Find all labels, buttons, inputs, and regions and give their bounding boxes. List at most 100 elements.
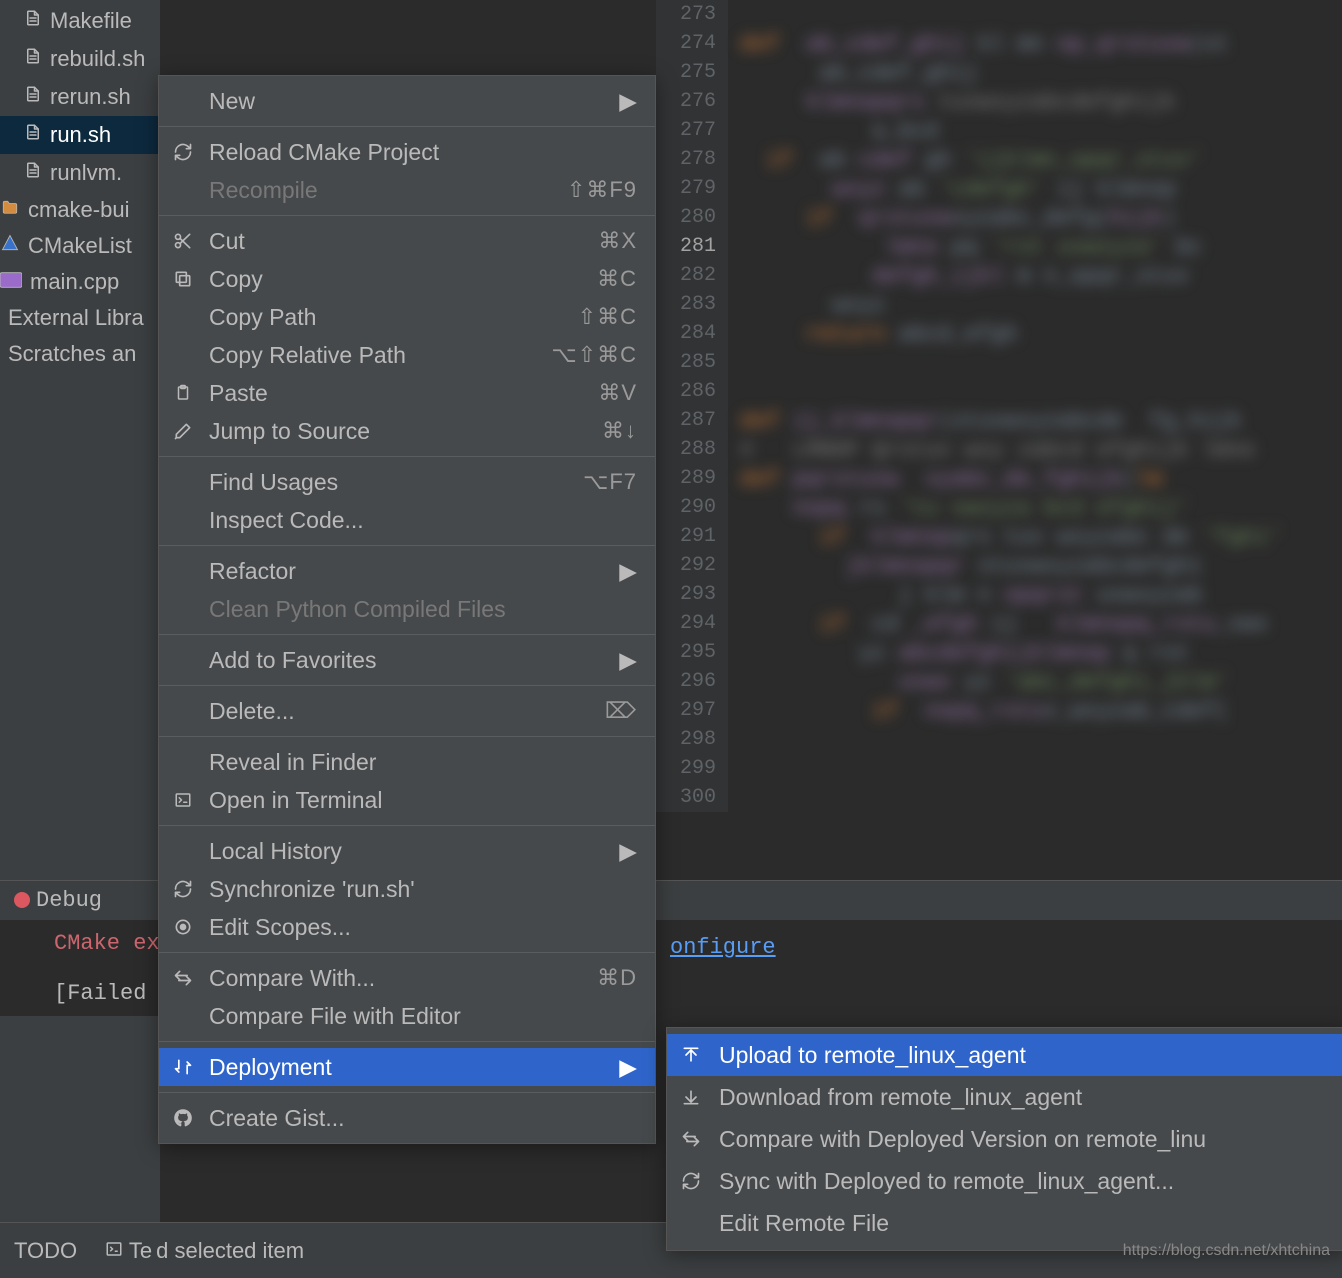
menu-item[interactable]: Deployment ▶ [159, 1048, 655, 1086]
menu-item-label: Copy Path [209, 304, 316, 331]
menu-separator [159, 1041, 655, 1042]
configure-link[interactable]: onfigure [670, 935, 776, 960]
tree-item-label: main.cpp [30, 269, 119, 295]
menu-item[interactable]: Reveal in Finder [159, 743, 655, 781]
menu-item[interactable]: Find Usages ⌥F7 [159, 463, 655, 501]
menu-item-label: Create Gist... [209, 1105, 344, 1132]
menu-item[interactable]: Refactor▶ [159, 552, 655, 590]
submenu-item[interactable]: Upload to remote_linux_agent [667, 1034, 1342, 1076]
submenu-arrow-icon: ▶ [619, 647, 637, 674]
menu-separator [159, 952, 655, 953]
menu-separator [159, 685, 655, 686]
tree-item[interactable]: cmake-bui [0, 192, 160, 228]
tree-item[interactable]: CMakeList [0, 228, 160, 264]
menu-item[interactable]: Local History▶ [159, 832, 655, 870]
tree-item-label: runlvm. [50, 160, 122, 186]
menu-item-label: Refactor [209, 558, 296, 585]
file-icon [24, 83, 42, 111]
menu-item[interactable]: New ▶ [159, 82, 655, 120]
menu-item-label: Copy Relative Path [209, 342, 406, 369]
submenu-item-label: Sync with Deployed to remote_linux_agent… [719, 1168, 1174, 1195]
tree-item-label: cmake-bui [28, 197, 129, 223]
menu-item-label: Clean Python Compiled Files [209, 596, 506, 623]
tree-item[interactable]: rerun.sh [0, 78, 160, 116]
menu-item[interactable]: Copy Relative Path⌥⇧⌘C [159, 336, 655, 374]
menu-item-label: New [209, 88, 255, 115]
menu-shortcut: ⌘↓ [602, 418, 637, 444]
menu-shortcut: ⌥F7 [583, 469, 637, 495]
submenu-item[interactable]: Compare with Deployed Version on remote_… [667, 1118, 1342, 1160]
menu-item[interactable]: Jump to Source ⌘↓ [159, 412, 655, 450]
submenu-item[interactable]: Edit Remote File [667, 1202, 1342, 1244]
menu-item-label: Find Usages [209, 469, 338, 496]
menu-item-label: Reveal in Finder [209, 749, 376, 776]
menu-item-label: Recompile [209, 177, 318, 204]
file-icon [24, 45, 42, 73]
submenu-item-label: Upload to remote_linux_agent [719, 1042, 1026, 1069]
cmake-icon [0, 233, 20, 259]
menu-shortcut: ⌘X [598, 228, 637, 254]
menu-item[interactable]: Synchronize 'run.sh' [159, 870, 655, 908]
tree-item[interactable]: run.sh [0, 116, 160, 154]
menu-item-label: Add to Favorites [209, 647, 376, 674]
tree-item[interactable]: Scratches an [0, 336, 160, 372]
tree-item[interactable]: runlvm. [0, 154, 160, 192]
tree-item[interactable]: rebuild.sh [0, 40, 160, 78]
menu-shortcut: ⇧⌘F9 [567, 177, 637, 203]
cpp-icon [0, 269, 22, 295]
todo-tab[interactable]: TODO [14, 1238, 77, 1264]
menu-separator [159, 1092, 655, 1093]
tree-item[interactable]: External Libra [0, 300, 160, 336]
menu-item[interactable]: Create Gist... [159, 1099, 655, 1137]
paste-icon [171, 383, 195, 403]
menu-item-label: Paste [209, 380, 268, 407]
line-gutter: 2732742752762772782792802812822832842852… [656, 0, 728, 812]
menu-item-label: Reload CMake Project [209, 139, 439, 166]
menu-item[interactable]: Copy⌘C [159, 260, 655, 298]
tree-item[interactable]: main.cpp [0, 264, 160, 300]
menu-item[interactable]: Copy Path⇧⌘C [159, 298, 655, 336]
menu-item[interactable]: Paste⌘V [159, 374, 655, 412]
menu-item-label: Compare With... [209, 965, 375, 992]
compare-icon [171, 968, 195, 988]
folder-icon [0, 197, 20, 223]
submenu-arrow-icon: ▶ [619, 88, 637, 115]
menu-item[interactable]: Open in Terminal [159, 781, 655, 819]
menu-item[interactable]: Delete...⌦ [159, 692, 655, 730]
menu-item-label: Cut [209, 228, 245, 255]
edit-icon [171, 421, 195, 441]
error-icon [14, 892, 30, 908]
menu-item-label: Deployment [209, 1054, 332, 1081]
debug-tab[interactable]: Debug [14, 888, 102, 913]
code-blurred: def ab_cdef_ghij kl mn op_qrstuvw(st ab_… [740, 30, 1342, 726]
menu-item: Clean Python Compiled Files [159, 590, 655, 628]
copy-icon [171, 269, 195, 289]
cut-icon [171, 231, 195, 251]
menu-item[interactable]: Edit Scopes... [159, 908, 655, 946]
menu-item-label: Jump to Source [209, 418, 370, 445]
file-icon [24, 121, 42, 149]
submenu-item[interactable]: Sync with Deployed to remote_linux_agent… [667, 1160, 1342, 1202]
menu-item-label: Open in Terminal [209, 787, 382, 814]
download-icon [679, 1087, 703, 1107]
menu-item[interactable]: Inspect Code... [159, 501, 655, 539]
menu-item[interactable]: Compare With...⌘D [159, 959, 655, 997]
terminal-tab[interactable]: Te [105, 1238, 152, 1264]
menu-item[interactable]: Reload CMake Project [159, 133, 655, 171]
menu-item[interactable]: Add to Favorites ▶ [159, 641, 655, 679]
menu-item-label: Inspect Code... [209, 507, 364, 534]
submenu-item-label: Download from remote_linux_agent [719, 1084, 1082, 1111]
menu-item[interactable]: Compare File with Editor [159, 997, 655, 1035]
tree-item[interactable]: Makefile [0, 2, 160, 40]
scope-icon [171, 917, 195, 937]
tree-item-label: External Libra [8, 305, 144, 331]
file-icon [24, 7, 42, 35]
submenu-item[interactable]: Download from remote_linux_agent [667, 1076, 1342, 1118]
submenu-arrow-icon: ▶ [619, 1054, 637, 1081]
project-tree: Makefilerebuild.shrerun.shrun.sh runlvm. c… [0, 0, 160, 1278]
menu-item[interactable]: Cut ⌘X [159, 222, 655, 260]
reload-icon [679, 1171, 703, 1191]
menu-separator [159, 634, 655, 635]
tree-item-label: CMakeList [28, 233, 132, 259]
menu-item-label: Copy [209, 266, 263, 293]
